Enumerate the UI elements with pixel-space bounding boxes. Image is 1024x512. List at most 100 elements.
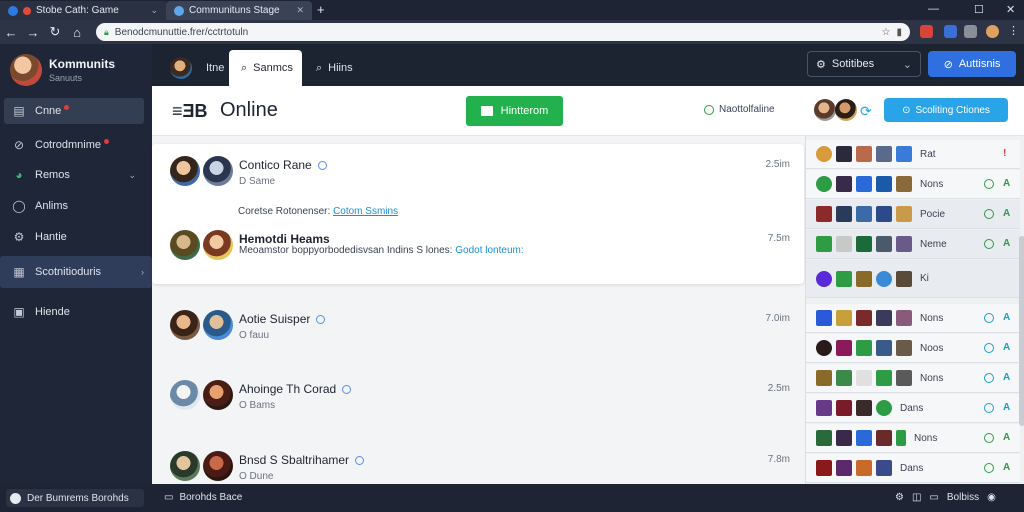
avatar xyxy=(170,156,200,186)
home-icon[interactable]: ⌂ xyxy=(66,25,88,40)
online-icon xyxy=(984,463,994,473)
verified-icon xyxy=(342,384,352,394)
list-item[interactable]: Neme A xyxy=(806,230,1020,259)
sidebar-item-7[interactable]: ▣ Hiende xyxy=(4,299,144,325)
list-item[interactable]: Nons A xyxy=(806,424,1020,453)
browser-tab-1[interactable]: Stobe Cath: Game ⌄ xyxy=(0,1,166,20)
close-tab-icon[interactable]: ⌄ xyxy=(150,5,158,16)
browser-menu-icon[interactable]: ⋮ xyxy=(1008,24,1019,37)
member-list-panel: Rat ! Nons A Pocie A Neme A Ki Nons A No… xyxy=(805,136,1024,484)
action-button-label: Scoliting Ctiones xyxy=(915,104,990,116)
list-item[interactable]: Nons A xyxy=(806,304,1020,333)
minimize-icon[interactable]: — xyxy=(928,3,939,15)
list-item[interactable]: Rat ! xyxy=(806,140,1020,169)
sidebar-item-label: Scotnitioduris xyxy=(35,266,102,278)
post-link[interactable]: Cotom Ssmins xyxy=(333,206,398,217)
sidebar-item-2[interactable]: ⊘ Cotrodmnime xyxy=(4,132,144,158)
filter-select[interactable]: ⚙ Sotitibes ⌄ xyxy=(807,51,921,77)
avatar xyxy=(170,57,192,79)
post-sub: O Dune xyxy=(239,471,274,482)
profile-avatar-icon[interactable] xyxy=(986,25,999,38)
sidebar-item-3[interactable]: ◕ Remos ⌄ xyxy=(4,162,144,188)
profile[interactable]: Kommunits Sanuuts xyxy=(10,54,115,86)
game-icon xyxy=(876,400,892,416)
tab-2[interactable]: ⌕ Sanmcs xyxy=(229,50,302,86)
settings-icon[interactable]: ⚙ xyxy=(895,492,904,503)
list-item[interactable]: Hemotdi Heams Meoamstor boppyorbodedisvs… xyxy=(170,230,790,262)
post-sub: O Bams xyxy=(239,400,276,411)
status-middle: ▭ Borohds Bace xyxy=(164,492,242,503)
list-item[interactable]: Dans A xyxy=(806,454,1020,483)
volume-icon[interactable]: ◫ xyxy=(912,492,921,503)
browser-tab-2[interactable]: Communituns Stage ✕ xyxy=(166,1,312,20)
sidebar-item-5[interactable]: ⚙ Hantie xyxy=(4,224,144,250)
tab-1[interactable]: Itne xyxy=(158,50,236,86)
bookmark-star-icon[interactable]: ☆ xyxy=(882,27,891,38)
avatar[interactable] xyxy=(835,99,857,121)
post-link[interactable]: Godot lonteum: xyxy=(455,245,523,256)
forward-arrow-icon[interactable]: → xyxy=(22,25,44,40)
sidebar-item-1[interactable]: ▤ Cnne xyxy=(4,98,144,124)
row-status: A xyxy=(1003,312,1011,323)
refresh-icon[interactable]: ⟳ xyxy=(860,103,872,120)
game-icon xyxy=(876,236,892,252)
extension-grey-icon[interactable] xyxy=(964,25,977,38)
post-time: 2.5im xyxy=(765,159,790,170)
primary-button[interactable]: ⊘ Auttisnis xyxy=(928,51,1016,77)
list-item[interactable]: Contico Rane D Same 2.5im xyxy=(170,156,790,188)
screen-icon[interactable]: ▭ xyxy=(929,492,938,503)
list-item[interactable]: Nons A xyxy=(806,364,1020,393)
close-tab-icon[interactable]: ✕ xyxy=(296,5,304,16)
chevron-down-icon: ⌄ xyxy=(902,58,912,71)
game-icon xyxy=(816,400,832,416)
notification-icon[interactable]: ◉ xyxy=(987,492,996,503)
list-item[interactable]: Bnsd S Sbaltrihamer O Dune 7.8m xyxy=(170,451,790,483)
online-icon xyxy=(984,433,994,443)
back-arrow-icon[interactable]: ← xyxy=(0,25,22,40)
reload-icon[interactable]: ↻ xyxy=(44,24,66,40)
avatar xyxy=(170,310,200,340)
close-window-icon[interactable]: ✕ xyxy=(1006,3,1015,16)
game-icon xyxy=(856,430,872,446)
notification-dot xyxy=(64,104,70,110)
url-field[interactable]: 🔒︎ Benodcmunuttie.frer/cctrtotuln ☆ ▮ xyxy=(96,23,910,41)
game-icon xyxy=(836,206,852,222)
new-tab-button[interactable]: + xyxy=(317,2,325,17)
game-icon xyxy=(856,176,872,192)
row-label: Rat xyxy=(920,148,936,160)
list-item[interactable]: Aotie Suisper O fauu 7.0im xyxy=(170,310,790,342)
extension-red-icon[interactable] xyxy=(920,25,933,38)
action-button[interactable]: ⊙ Scoliting Ctiones xyxy=(884,98,1008,122)
bottom-search-field[interactable]: Der Bumrems Borohds xyxy=(6,489,144,507)
list-item[interactable]: Noos A xyxy=(806,334,1020,363)
scrollbar[interactable] xyxy=(1019,236,1024,426)
sidebar-item-label: Hantie xyxy=(35,231,67,243)
list-item[interactable]: Ki xyxy=(806,260,1020,298)
maximize-icon[interactable]: ☐ xyxy=(974,3,984,16)
list-item[interactable]: Pocie A xyxy=(806,200,1020,229)
sidebar-item-6[interactable]: ▦ Scotnitioduris › xyxy=(0,256,152,288)
verified-icon xyxy=(317,160,327,170)
game-icon xyxy=(816,270,832,287)
sidebar-item-4[interactable]: ◯ Anlims xyxy=(4,193,144,219)
tab-3[interactable]: ⌕ Hiins xyxy=(304,50,365,86)
row-label: Noos xyxy=(920,342,944,354)
extension-icon[interactable]: ▮ xyxy=(896,27,902,38)
game-icon xyxy=(896,430,906,446)
post-text-line: Meoamstor boppyorbodedisvsan Indins S lo… xyxy=(239,245,524,256)
extension-blue-icon[interactable] xyxy=(944,25,957,38)
avatar xyxy=(203,380,233,410)
row-label: Dans xyxy=(900,402,924,414)
avatar xyxy=(203,156,233,186)
list-item[interactable]: Dans A xyxy=(806,394,1020,423)
post-author-name: Hemotdi Heams xyxy=(239,232,330,246)
search-icon: ⌕ xyxy=(316,61,323,74)
game-icon xyxy=(876,270,892,287)
game-icon xyxy=(836,176,852,192)
post-time: 7.8m xyxy=(767,454,790,465)
list-item[interactable]: Nons A xyxy=(806,170,1020,199)
list-item[interactable]: Ahoinge Th Corad O Bams 2.5m xyxy=(170,380,790,412)
menu-icon[interactable]: ≡ƎB xyxy=(172,101,208,122)
new-button[interactable]: Hintterom xyxy=(466,96,563,126)
avatar[interactable] xyxy=(814,99,836,121)
